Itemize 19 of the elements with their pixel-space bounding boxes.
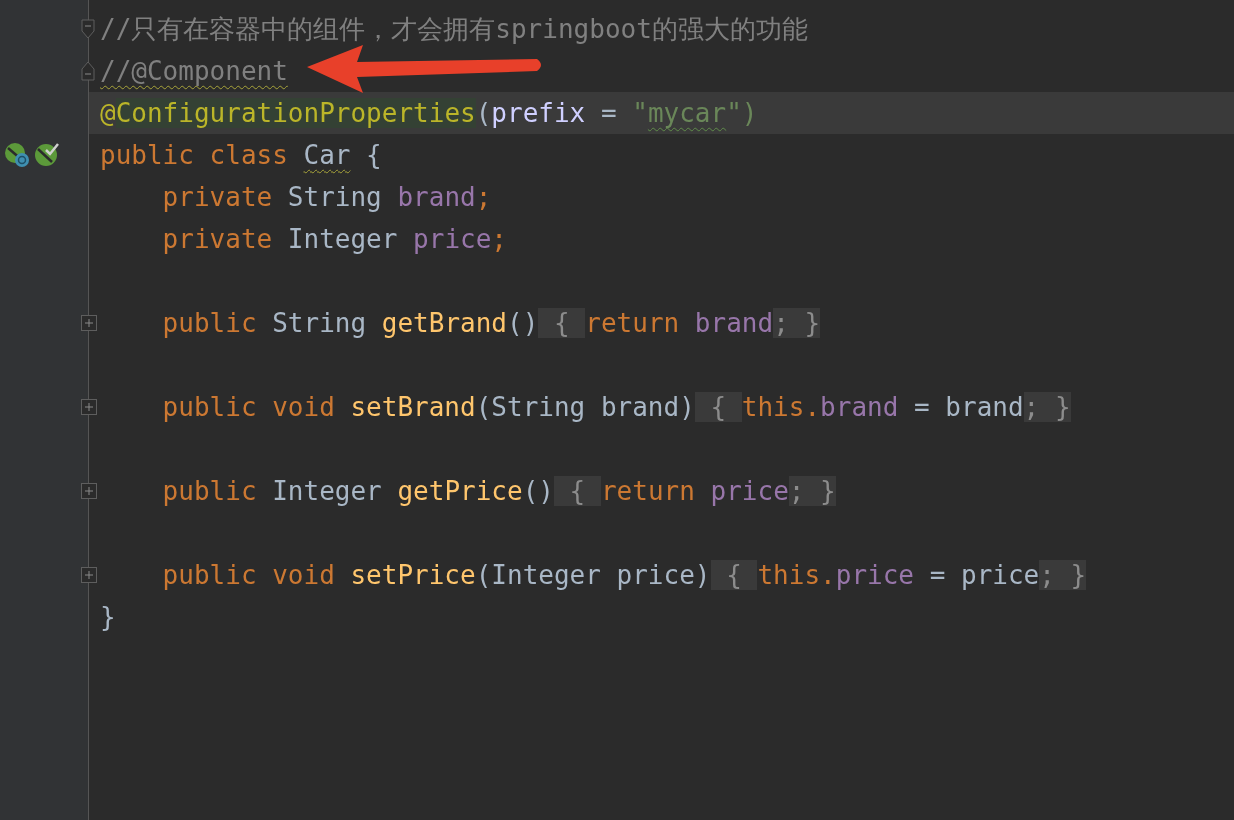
code-line: private String brand; [161,181,492,214]
code-line: public String getBrand() { return brand; } [161,307,821,340]
fold-icon[interactable] [81,19,95,39]
code-line: //只有在容器中的组件，才会拥有springboot的强大的功能 [100,13,808,46]
code-line: } [100,601,116,634]
bean-class-icon[interactable] [4,142,30,168]
expand-icon[interactable] [81,567,97,583]
code-line: public class Car { [100,139,382,172]
code-line: private Integer price; [161,223,507,256]
code-line: //@Component [100,55,288,88]
code-line: @ConfigurationProperties(prefix = "mycar") [100,97,758,130]
code-line: public void setBrand(String brand) { this.brand = brand; } [161,391,1071,424]
bean-check-icon[interactable] [34,142,60,168]
expand-icon[interactable] [81,399,97,415]
fold-icon[interactable] [81,61,95,81]
expand-icon[interactable] [81,315,97,331]
code-line: public void setPrice(Integer price) { this.price = price; } [161,559,1087,592]
code-line: public Integer getPrice() { return price; } [161,475,836,508]
expand-icon[interactable] [81,483,97,499]
